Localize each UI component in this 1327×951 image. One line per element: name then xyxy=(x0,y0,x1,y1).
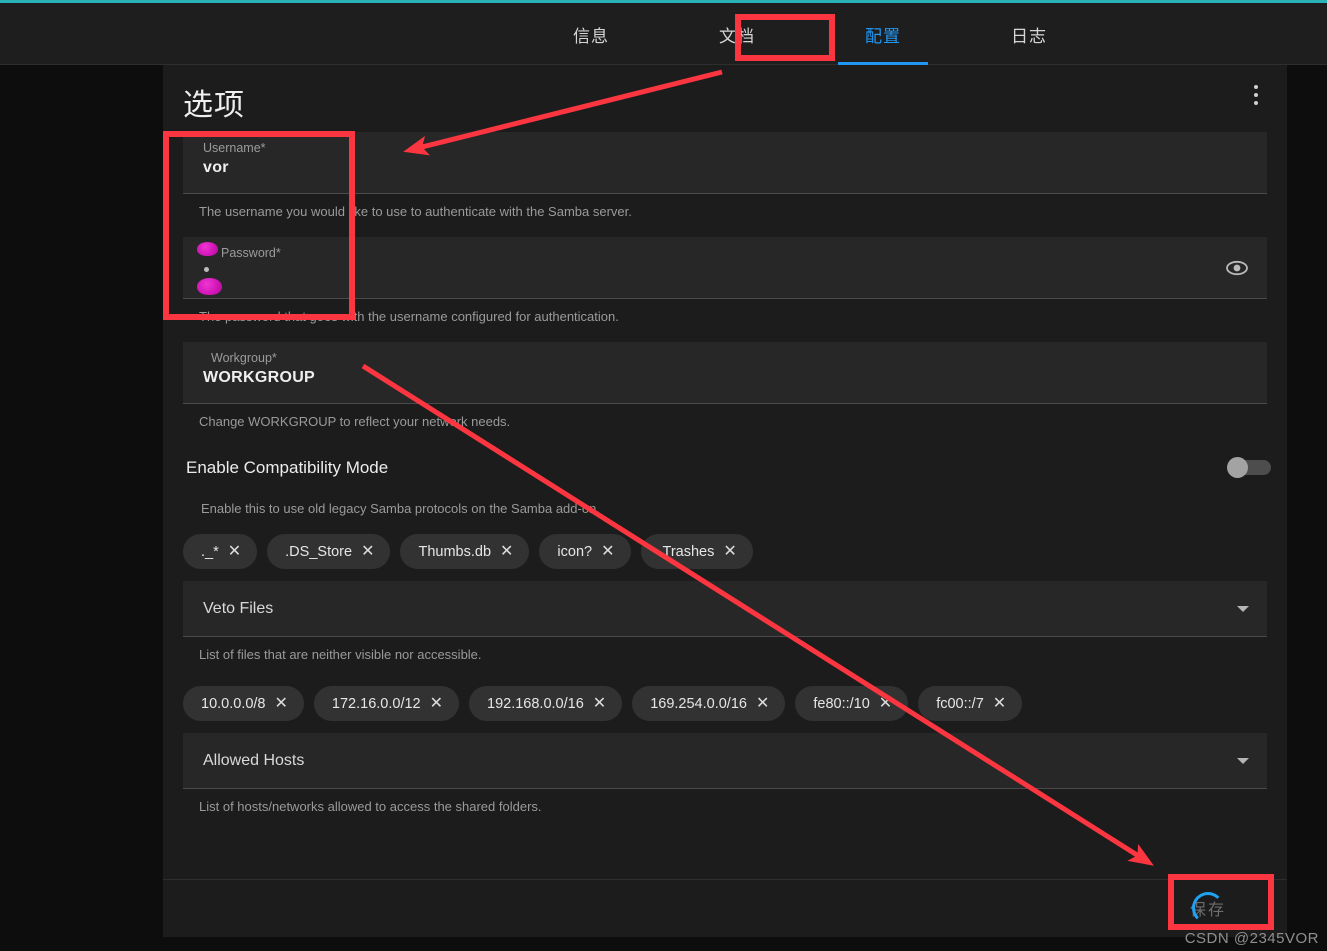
allowed-host-chip-label: fc00::/7 xyxy=(936,695,984,712)
compatibility-mode-title: Enable Compatibility Mode xyxy=(186,458,389,477)
allowed-hosts-chip-list: 10.0.0.0/8 ✕ 172.16.0.0/12 ✕ 192.168.0.0/16 ✕… xyxy=(163,686,1287,721)
app-root: 信息 文档 配置 日志 选项 Username* vor The usernam… xyxy=(0,0,1327,951)
compatibility-mode-hint: Enable this to use old legacy Samba prot… xyxy=(201,501,600,516)
close-icon[interactable]: ✕ xyxy=(993,695,1006,712)
annotation-box-save-button xyxy=(1168,874,1274,930)
tab-bar: 信息 文档 配置 日志 xyxy=(0,3,1327,65)
close-icon[interactable]: ✕ xyxy=(601,543,614,560)
kebab-dot xyxy=(1254,85,1258,89)
chevron-down-icon xyxy=(1237,757,1249,764)
annotation-box-credentials xyxy=(163,131,355,320)
tab-log[interactable]: 日志 xyxy=(978,3,1080,65)
close-icon[interactable]: ✕ xyxy=(430,695,443,712)
compatibility-mode-toggle[interactable] xyxy=(1227,457,1271,479)
watermark-text: CSDN @2345VOR xyxy=(1184,930,1319,947)
username-label: Username* xyxy=(203,141,266,155)
tab-log-label: 日志 xyxy=(1011,26,1047,46)
veto-file-chip-label: ._* xyxy=(201,543,219,560)
close-icon[interactable]: ✕ xyxy=(723,543,736,560)
allowed-host-chip-label: 192.168.0.0/16 xyxy=(487,695,584,712)
close-icon[interactable]: ✕ xyxy=(756,695,769,712)
tab-info-label: 信息 xyxy=(573,26,609,46)
veto-files-chip-list: ._* ✕ .DS_Store ✕ Thumbs.db ✕ icon? ✕ .Trashes ✕ xyxy=(163,534,1287,569)
compatibility-mode-row: Enable Compatibility Mode Enable this to… xyxy=(163,455,1287,518)
veto-file-chip[interactable]: .DS_Store ✕ xyxy=(267,534,391,569)
close-icon[interactable]: ✕ xyxy=(593,695,606,712)
page-title: 选项 xyxy=(183,89,245,122)
kebab-menu-icon[interactable] xyxy=(1243,77,1269,113)
tab-configuration[interactable]: 配置 xyxy=(832,3,934,65)
kebab-dot xyxy=(1254,101,1258,105)
veto-file-chip-label: .Trashes xyxy=(658,543,715,560)
chevron-down-icon xyxy=(1237,605,1249,612)
allowed-host-chip[interactable]: 169.254.0.0/16 ✕ xyxy=(632,686,786,721)
workgroup-hint: Change WORKGROUP to reflect your network… xyxy=(199,414,511,429)
allowed-host-chip-label: 172.16.0.0/12 xyxy=(331,695,421,712)
close-icon[interactable]: ✕ xyxy=(361,543,374,560)
allowed-hosts-select[interactable]: Allowed Hosts xyxy=(183,733,1267,789)
tab-configuration-label: 配置 xyxy=(865,26,901,46)
username-value: vor xyxy=(203,159,229,176)
allowed-hosts-label: Allowed Hosts xyxy=(203,751,305,769)
toggle-knob xyxy=(1227,457,1248,478)
workgroup-input[interactable]: Workgroup* WORKGROUP xyxy=(183,342,1267,404)
allowed-host-chip[interactable]: fe80::/10 ✕ xyxy=(795,686,909,721)
allowed-host-chip[interactable]: 172.16.0.0/12 ✕ xyxy=(313,686,460,721)
workgroup-label: Workgroup* xyxy=(211,351,277,365)
allowed-host-chip-label: 169.254.0.0/16 xyxy=(650,695,747,712)
card-header: 选项 xyxy=(163,65,1287,132)
allowed-host-chip-label: 10.0.0.0/8 xyxy=(201,695,266,712)
close-icon[interactable]: ✕ xyxy=(275,695,288,712)
veto-file-chip[interactable]: .Trashes ✕ xyxy=(640,534,753,569)
password-label: Password* xyxy=(221,246,281,260)
veto-file-chip-label: .DS_Store xyxy=(285,543,353,560)
veto-files-select[interactable]: Veto Files xyxy=(183,581,1267,637)
allowed-host-chip[interactable]: 10.0.0.0/8 ✕ xyxy=(183,686,304,721)
veto-file-chip-label: Thumbs.db xyxy=(418,543,492,560)
veto-file-chip[interactable]: Thumbs.db ✕ xyxy=(400,534,530,569)
workgroup-field-block: Workgroup* WORKGROUP Change WORKGROUP to… xyxy=(163,342,1287,431)
tab-info[interactable]: 信息 xyxy=(540,3,642,65)
allowed-host-chip[interactable]: fc00::/7 ✕ xyxy=(918,686,1023,721)
kebab-dot xyxy=(1254,93,1258,97)
close-icon[interactable]: ✕ xyxy=(500,543,513,560)
annotation-box-config-tab xyxy=(735,14,835,61)
allowed-hosts-hint: List of hosts/networks allowed to access… xyxy=(199,799,542,814)
eye-icon[interactable] xyxy=(1223,257,1251,279)
card-footer: 保存 xyxy=(163,879,1287,937)
veto-files-label: Veto Files xyxy=(203,599,274,617)
close-icon[interactable]: ✕ xyxy=(879,695,892,712)
veto-file-chip[interactable]: ._* ✕ xyxy=(183,534,258,569)
close-icon[interactable]: ✕ xyxy=(228,543,241,560)
allowed-host-chip-label: fe80::/10 xyxy=(813,695,870,712)
allowed-host-chip[interactable]: 192.168.0.0/16 ✕ xyxy=(469,686,623,721)
workgroup-value: WORKGROUP xyxy=(203,369,316,386)
veto-files-hint: List of files that are neither visible n… xyxy=(199,647,482,662)
veto-file-chip-label: icon? xyxy=(557,543,593,560)
veto-file-chip[interactable]: icon? ✕ xyxy=(539,534,631,569)
